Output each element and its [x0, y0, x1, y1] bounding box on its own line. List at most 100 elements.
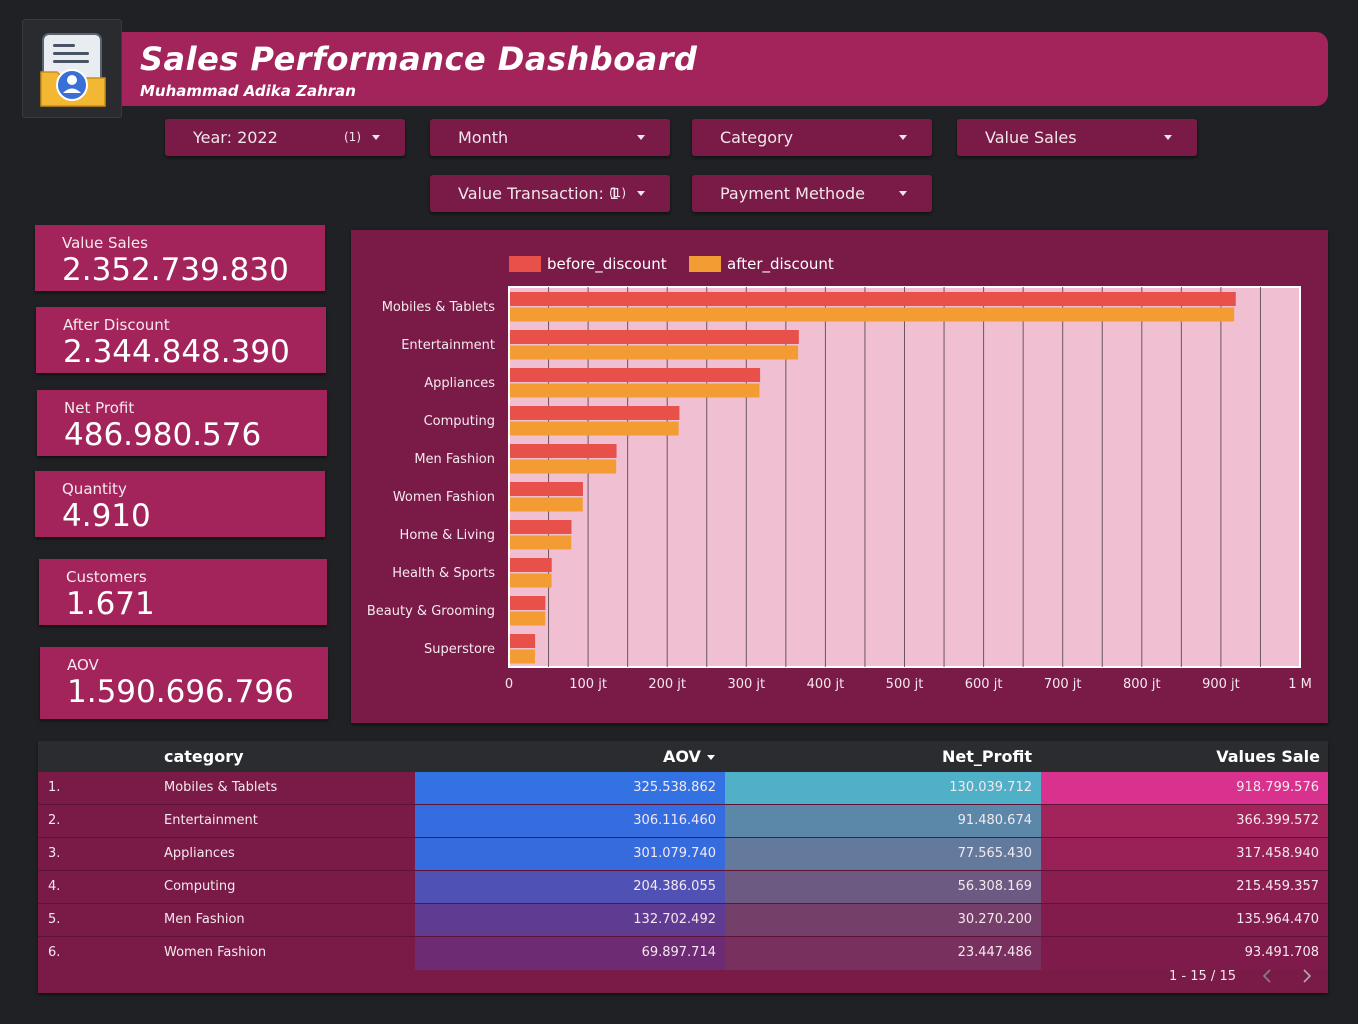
year-filter-label: Year: 2022: [193, 128, 278, 147]
table-row[interactable]: 5. Men Fashion 132.702.492 30.270.200 135.96…: [38, 903, 1328, 937]
title-banner: Sales Performance Dashboard Muhammad Adi…: [122, 32, 1328, 106]
category-sales-bar-chart: Mobiles & Tablets Entertainment Appliances…: [367, 255, 1312, 692]
prev-page-button[interactable]: [1260, 968, 1274, 984]
aov-cell: 204.386.055: [415, 871, 725, 904]
bar-after_discount: [510, 497, 583, 512]
values-sale-cell: 93.491.708: [1041, 937, 1328, 970]
row-number: 2.: [48, 813, 61, 828]
category-cell: Entertainment: [164, 813, 258, 828]
kpi-value: 486.980.576: [64, 417, 262, 453]
category-axis-label: Entertainment: [401, 338, 495, 353]
kpi-label: After Discount: [63, 316, 170, 334]
net-profit-cell: 130.039.712: [725, 772, 1041, 805]
column-header-aov[interactable]: AOV: [663, 747, 715, 766]
x-tick-label: 900 jt: [1202, 677, 1240, 692]
row-number: 3.: [48, 846, 61, 861]
chevron-left-icon: [1262, 969, 1271, 983]
table-row[interactable]: 6. Women Fashion 69.897.714 23.447.486 93.49…: [38, 936, 1328, 970]
table-row[interactable]: 2. Entertainment 306.116.460 91.480.674 366.…: [38, 804, 1328, 838]
aov-cell: 306.116.460: [415, 805, 725, 838]
bar-before_discount: [510, 292, 1236, 306]
row-number: 1.: [48, 780, 61, 795]
category-axis-label: Home & Living: [400, 528, 495, 543]
x-tick-label: 800 jt: [1123, 677, 1161, 692]
category-cell: Women Fashion: [164, 945, 267, 960]
bar-before_discount: [510, 406, 680, 420]
category-axis-label: Beauty & Grooming: [367, 604, 495, 619]
value-transaction-filter[interactable]: Value Transaction: 1 (1): [430, 175, 670, 212]
document-user-icon: [40, 33, 106, 107]
chevron-down-icon: [637, 191, 645, 196]
category-sales-chart-panel: Mobiles & Tablets Entertainment Appliances…: [351, 230, 1328, 723]
category-axis-label: Superstore: [424, 642, 495, 657]
table-row[interactable]: 4. Computing 204.386.055 56.308.169 215.459.…: [38, 870, 1328, 904]
x-tick-label: 300 jt: [727, 677, 765, 692]
x-tick-label: 100 jt: [569, 677, 607, 692]
legend-swatch: [689, 256, 721, 272]
category-axis-label: Women Fashion: [393, 490, 495, 505]
kpi-net-profit: Net Profit 486.980.576: [37, 390, 327, 456]
value-sales-filter[interactable]: Value Sales: [957, 119, 1197, 156]
bar-after_discount: [510, 307, 1235, 322]
category-cell: Mobiles & Tablets: [164, 780, 278, 795]
chevron-down-icon: [1164, 135, 1172, 140]
category-axis-label: Appliances: [424, 376, 495, 391]
column-header-net-profit[interactable]: Net_Profit: [942, 747, 1032, 766]
category-cell: Appliances: [164, 846, 235, 861]
values-sale-cell: 317.458.940: [1041, 838, 1328, 871]
bar-after_discount: [510, 573, 552, 588]
column-header-category[interactable]: category: [164, 747, 244, 766]
net-profit-cell: 56.308.169: [725, 871, 1041, 904]
kpi-value: 2.344.848.390: [63, 334, 290, 370]
row-number: 4.: [48, 879, 61, 894]
kpi-quantity: Quantity 4.910: [35, 471, 325, 537]
x-tick-label: 0: [505, 677, 513, 692]
bar-before_discount: [510, 596, 546, 610]
x-tick-label: 200 jt: [648, 677, 686, 692]
column-header-values-sale[interactable]: Values Sale: [1216, 747, 1320, 766]
bar-before_discount: [510, 520, 572, 534]
kpi-value: 2.352.739.830: [62, 252, 289, 288]
bar-before_discount: [510, 368, 761, 382]
column-header-aov-label: AOV: [663, 747, 701, 766]
chevron-down-icon: [637, 135, 645, 140]
bar-after_discount: [510, 535, 572, 550]
bar-after_discount: [510, 611, 546, 626]
kpi-label: Customers: [66, 568, 147, 586]
bar-after_discount: [510, 383, 760, 398]
bar-before_discount: [510, 444, 617, 458]
sort-desc-icon: [706, 755, 715, 760]
table-row[interactable]: 3. Appliances 301.079.740 77.565.430 317.458…: [38, 837, 1328, 871]
kpi-label: Net Profit: [64, 399, 135, 417]
kpi-customers: Customers 1.671: [39, 559, 327, 625]
net-profit-cell: 23.447.486: [725, 937, 1041, 970]
category-axis-label: Mobiles & Tablets: [382, 300, 496, 315]
month-filter[interactable]: Month: [430, 119, 670, 156]
aov-cell: 325.538.862: [415, 772, 725, 805]
bar-after_discount: [510, 421, 679, 436]
bar-before_discount: [510, 558, 552, 572]
kpi-label: AOV: [67, 656, 99, 674]
kpi-aov: AOV 1.590.696.796: [40, 647, 328, 719]
payment-method-filter[interactable]: Payment Methode: [692, 175, 932, 212]
aov-cell: 301.079.740: [415, 838, 725, 871]
kpi-value: 4.910: [62, 498, 151, 534]
next-page-button[interactable]: [1300, 968, 1314, 984]
kpi-value: 1.590.696.796: [67, 674, 294, 710]
app-logo: [22, 19, 122, 118]
month-filter-label: Month: [458, 128, 509, 147]
legend-label: after_discount: [727, 255, 834, 274]
table-row[interactable]: 1. Mobiles & Tablets 325.538.862 130.039.71…: [38, 771, 1328, 805]
category-axis-label: Health & Sports: [392, 566, 495, 581]
year-filter[interactable]: Year: 2022 (1): [165, 119, 405, 156]
category-filter[interactable]: Category: [692, 119, 932, 156]
value-transaction-filter-label: Value Transaction: 1: [458, 184, 620, 203]
bar-before_discount: [510, 634, 536, 648]
category-axis-label: Men Fashion: [414, 452, 495, 467]
kpi-label: Quantity: [62, 480, 127, 498]
page-title: Sales Performance Dashboard: [140, 40, 698, 78]
legend-label: before_discount: [547, 255, 667, 274]
bar-after_discount: [510, 459, 617, 474]
kpi-value-sales: Value Sales 2.352.739.830: [35, 225, 325, 291]
category-filter-label: Category: [720, 128, 794, 147]
